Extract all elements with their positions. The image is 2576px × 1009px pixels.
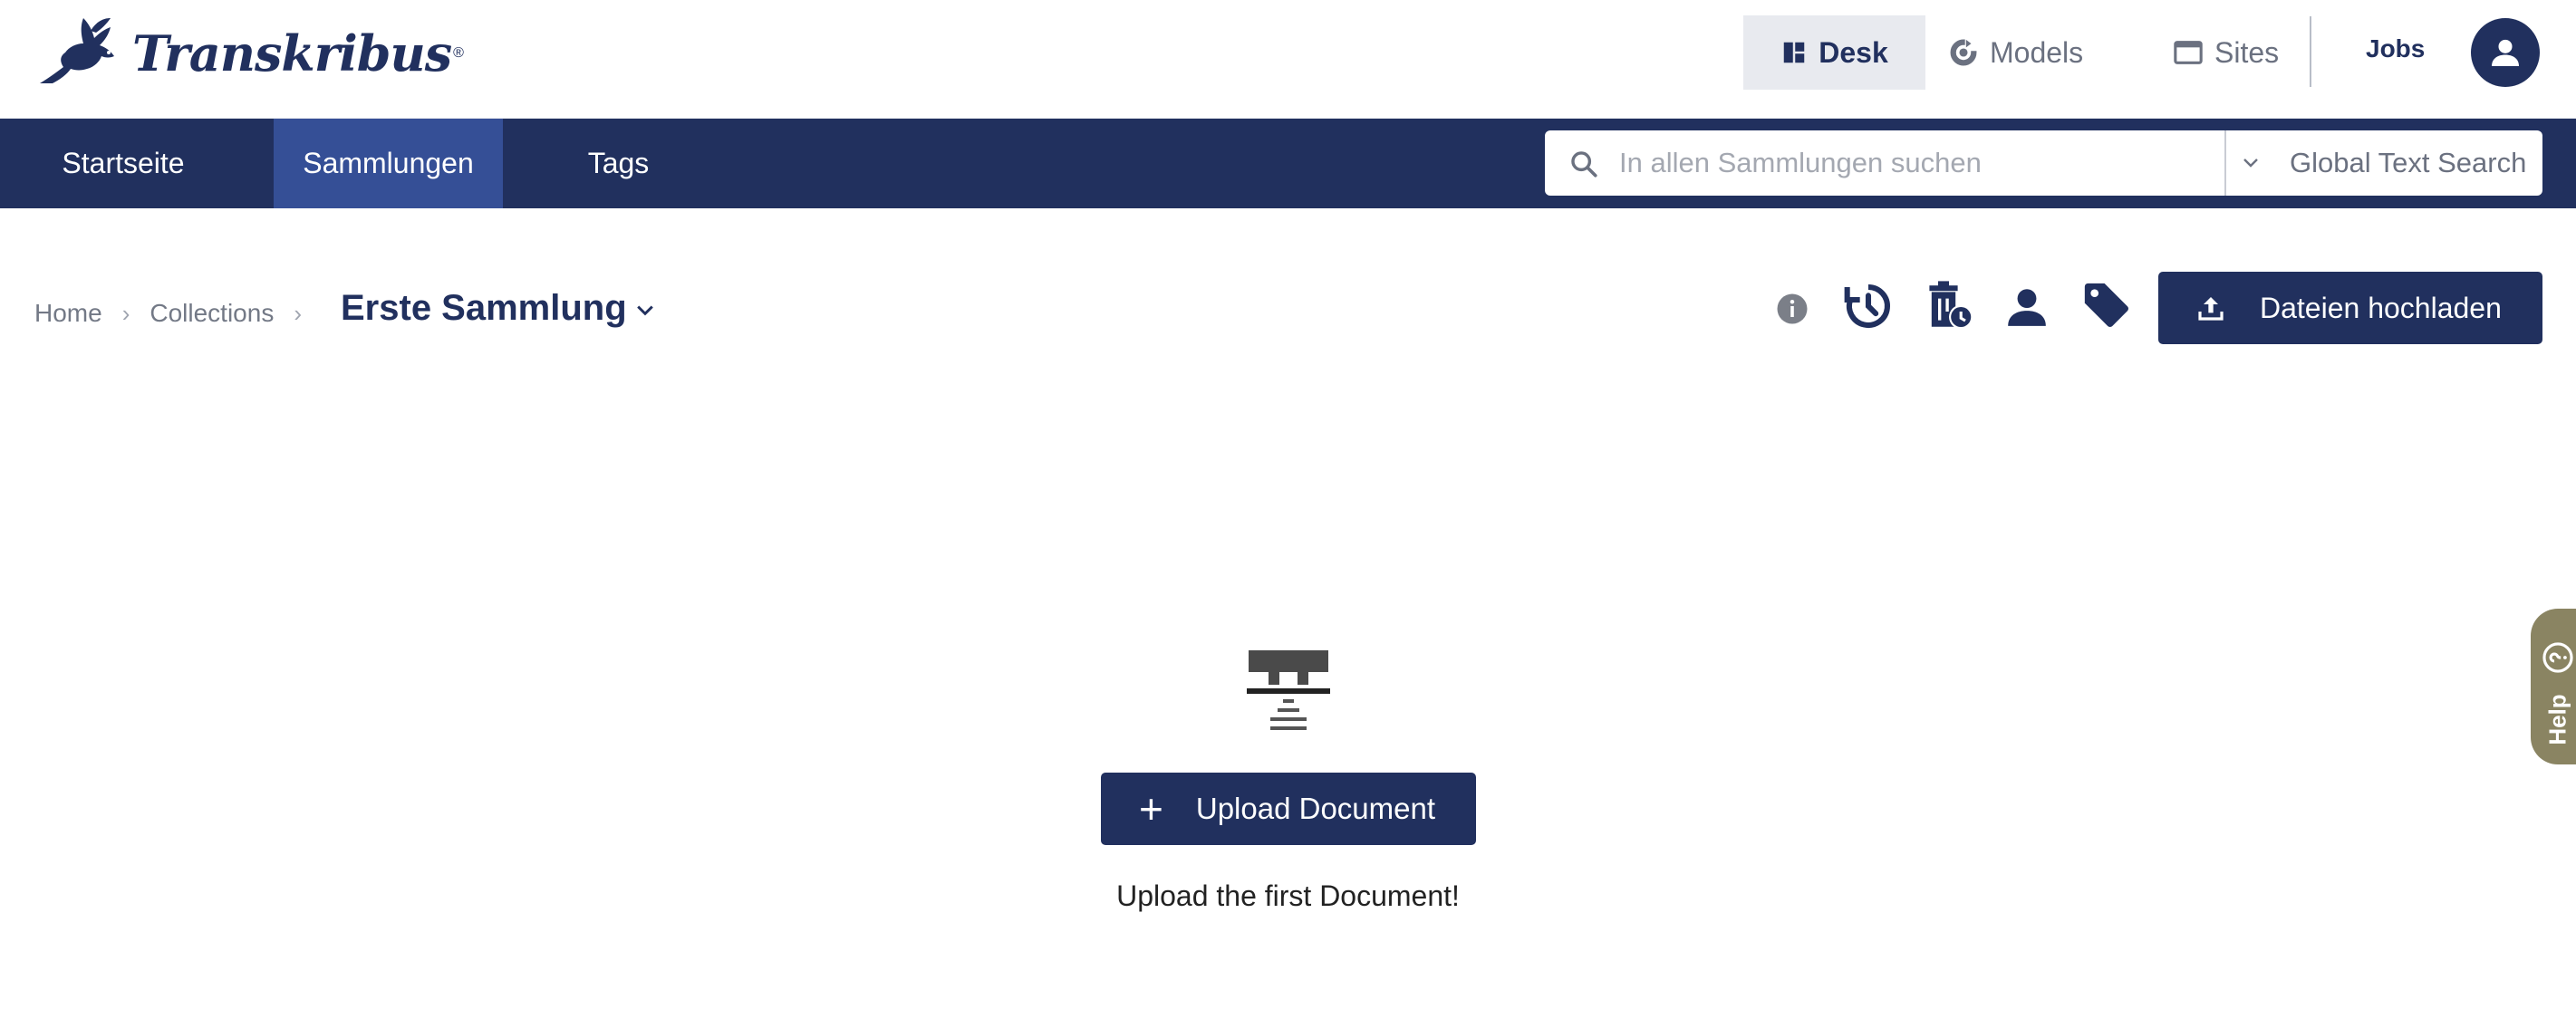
models-icon — [1950, 39, 1977, 66]
nav-divider — [2310, 16, 2311, 87]
jobs-link[interactable]: Jobs — [2366, 34, 2425, 63]
nav-models-label: Models — [1990, 35, 2084, 69]
tab-tags[interactable]: Tags — [530, 119, 707, 208]
upload-document-button[interactable]: + Upload Document — [1101, 773, 1476, 845]
nav-models[interactable]: Models — [1948, 15, 2083, 90]
browser-window-icon — [2174, 41, 2203, 64]
upload-icon — [2198, 297, 2224, 321]
tab-startseite-label: Startseite — [62, 147, 185, 179]
info-icon[interactable] — [1776, 293, 1809, 325]
breadcrumb: Home › Collections › — [34, 299, 322, 328]
breadcrumb-collections[interactable]: Collections — [150, 299, 274, 328]
empty-state-message: Upload the first Document! — [1116, 879, 1460, 912]
person-icon[interactable] — [2004, 284, 2050, 330]
nav-sites-label: Sites — [2214, 35, 2280, 69]
logo-wordmark: Transkribus — [132, 24, 452, 82]
transkribus-t-icon — [1247, 650, 1330, 730]
nav-sites[interactable]: Sites — [2173, 15, 2279, 90]
transkribus-logo[interactable]: Transkribus ® — [33, 13, 464, 94]
upload-document-label: Upload Document — [1195, 792, 1436, 825]
help-question-icon — [2542, 641, 2573, 673]
chevron-down-icon — [2243, 159, 2258, 168]
global-search-bar: Global Text Search — [1545, 130, 2542, 196]
dashboard-icon — [1784, 42, 1805, 63]
plus-icon: + — [1139, 785, 1163, 832]
search-mode-label: Global Text Search — [2290, 147, 2527, 178]
search-mode-dropdown[interactable]: Global Text Search — [2226, 130, 2542, 196]
top-header: Transkribus ® Desk Models Sites Jobs — [0, 0, 2576, 119]
tag-icon[interactable] — [2080, 279, 2133, 332]
breadcrumb-home[interactable]: Home — [34, 299, 102, 328]
chevron-right-icon: › — [294, 299, 302, 327]
nav-desk[interactable]: Desk — [1743, 15, 1925, 90]
upload-files-label: Dateien hochladen — [2260, 291, 2502, 324]
history-icon[interactable] — [1843, 281, 1894, 332]
tab-sammlungen[interactable]: Sammlungen — [274, 119, 503, 208]
pegasus-logo-icon — [40, 18, 114, 83]
user-icon — [2492, 39, 2519, 66]
collection-title-dropdown[interactable]: Erste Sammlung — [341, 288, 654, 329]
search-input[interactable] — [1617, 146, 2201, 180]
trash-schedule-icon[interactable] — [1923, 279, 1975, 333]
search-field-wrapper — [1545, 130, 2226, 196]
chevron-right-icon: › — [121, 299, 130, 327]
tab-startseite[interactable]: Startseite — [0, 119, 246, 208]
nav-desk-label: Desk — [1819, 35, 1888, 69]
collection-title: Erste Sammlung — [341, 288, 627, 328]
help-label: Help — [2543, 693, 2571, 745]
help-tab[interactable]: Help — [2531, 609, 2576, 764]
search-icon — [1571, 151, 1597, 178]
registered-mark: ® — [453, 45, 464, 61]
upload-files-button[interactable]: Dateien hochladen — [2158, 272, 2542, 344]
chevron-down-icon — [636, 305, 653, 315]
tab-tags-label: Tags — [587, 147, 650, 179]
user-avatar-button[interactable] — [2471, 18, 2540, 87]
tab-sammlungen-label: Sammlungen — [303, 147, 474, 179]
